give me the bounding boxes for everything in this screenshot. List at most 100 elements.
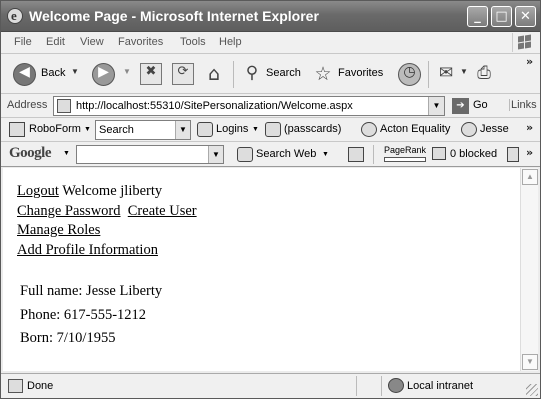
scroll-down-icon[interactable]: ▼	[522, 354, 538, 370]
google-dropdown-icon[interactable]: ▼	[63, 150, 70, 157]
menu-bar: File Edit View Favorites Tools Help	[1, 32, 540, 54]
manage-roles-link[interactable]: Manage Roles	[17, 222, 100, 238]
autofill-icon[interactable]	[507, 147, 519, 162]
login-status-line: Logout Welcome jliberty	[17, 182, 197, 202]
scroll-up-icon[interactable]: ▲	[522, 169, 538, 185]
print-icon[interactable]: ⎙	[473, 63, 495, 85]
menu-tools[interactable]: Tools	[180, 36, 206, 48]
title-bar: e Welcome Page - Microsoft Internet Expl…	[1, 1, 540, 32]
go-button-label[interactable]: Go	[473, 99, 488, 111]
status-bar: Done Local intranet	[1, 373, 540, 398]
forward-arrow-icon[interactable]: ▶	[92, 63, 115, 86]
toolbar-separator	[428, 61, 429, 88]
menu-view[interactable]: View	[80, 36, 104, 48]
close-button[interactable]: ✕	[515, 6, 536, 27]
menu-help[interactable]: Help	[219, 36, 242, 48]
popup-blocker-icon[interactable]	[432, 147, 446, 160]
popups-blocked-count[interactable]: 0 blocked	[450, 148, 497, 160]
intranet-zone-icon	[388, 378, 404, 393]
jesse-passcard-button[interactable]: Jesse	[480, 123, 509, 135]
roboform-dropdown-icon[interactable]: ▼	[84, 126, 91, 133]
jesse-passcard-icon[interactable]	[461, 122, 477, 137]
add-profile-information-link[interactable]: Add Profile Information	[17, 242, 158, 258]
born-text: Born: 7/10/1955	[20, 330, 116, 346]
standard-toolbar: ◀ Back ▼ ▶ ▼ ✖ ⟳ ⌂ ⚲ Search ☆ Favorites …	[1, 54, 540, 94]
address-url[interactable]: http://localhost:55310/SitePersonalizati…	[76, 100, 353, 112]
home-icon[interactable]: ⌂	[203, 63, 225, 85]
ie-window: e Welcome Page - Microsoft Internet Expl…	[0, 0, 541, 399]
add-profile-line: Add Profile Information	[17, 241, 197, 261]
maximize-icon: □	[495, 9, 508, 24]
forward-dropdown-icon[interactable]: ▼	[123, 67, 131, 76]
back-arrow-icon[interactable]: ◀	[13, 63, 36, 86]
manage-roles-line: Manage Roles	[17, 221, 197, 241]
status-pane-divider	[381, 376, 382, 396]
vertical-scrollbar[interactable]: ▲ ▼	[520, 168, 538, 371]
roboform-search-select[interactable]: Search ▼	[95, 120, 191, 140]
acton-equality-button[interactable]: Acton Equality	[380, 123, 450, 135]
search-web-button[interactable]: Search Web	[256, 148, 316, 160]
acton-equality-icon[interactable]	[361, 122, 377, 137]
create-user-link[interactable]: Create User	[128, 203, 197, 219]
window-title: Welcome Page - Microsoft Internet Explor…	[29, 8, 319, 24]
google-search-input[interactable]: ▼	[76, 145, 224, 164]
address-dropdown-icon[interactable]: ▼	[428, 97, 444, 115]
roboform-icon[interactable]	[9, 122, 25, 137]
google-search-dropdown-icon[interactable]: ▼	[208, 146, 223, 163]
google-search-web-icon[interactable]	[237, 147, 253, 162]
logins-menu[interactable]: Logins	[216, 123, 248, 135]
roboform-menu[interactable]: RoboForm	[29, 123, 81, 135]
full-name-text: Full name: Jesse Liberty	[20, 283, 163, 299]
roboform-more-chevron-icon[interactable]: »	[526, 121, 533, 134]
mail-dropdown-icon[interactable]: ▼	[460, 67, 468, 76]
search-icon[interactable]: ⚲	[241, 63, 263, 85]
go-arrow-icon[interactable]: ➔	[452, 98, 469, 114]
back-button-label[interactable]: Back	[41, 67, 65, 79]
passcards-icon[interactable]	[265, 122, 281, 137]
favorites-star-icon[interactable]: ☆	[312, 63, 334, 85]
pagerank-label: PageRank	[384, 145, 427, 155]
stop-icon[interactable]: ✖	[140, 63, 162, 85]
change-password-link[interactable]: Change Password	[17, 203, 121, 219]
phone-text: Phone: 617-555-1212	[20, 306, 147, 323]
minimize-icon: _	[474, 9, 481, 24]
history-icon[interactable]: ◷	[398, 63, 421, 86]
pagerank-bar[interactable]	[384, 157, 426, 162]
menu-edit[interactable]: Edit	[46, 36, 65, 48]
toolbar-separator	[373, 145, 374, 164]
ie-logo-icon: e	[7, 8, 23, 24]
favorites-button-label[interactable]: Favorites	[338, 67, 383, 79]
address-input[interactable]: http://localhost:55310/SitePersonalizati…	[53, 96, 445, 116]
google-toolbar: Google ▼ ▼ Search Web ▼ PageRank 0 block…	[1, 142, 540, 167]
page-done-icon	[8, 379, 23, 393]
search-button-label[interactable]: Search	[266, 67, 301, 79]
security-zone-text: Local intranet	[407, 380, 474, 392]
page-content: Logout Welcome jliberty Change Password …	[3, 168, 520, 371]
back-dropdown-icon[interactable]: ▼	[71, 67, 79, 76]
logins-dropdown-icon[interactable]: ▼	[252, 126, 259, 133]
passcards-button[interactable]: (passcards)	[284, 123, 341, 135]
logout-link[interactable]: Logout	[17, 183, 59, 199]
menu-file[interactable]: File	[14, 36, 32, 48]
address-bar: Address http://localhost:55310/SitePerso…	[1, 94, 540, 118]
windows-logo-icon	[512, 33, 534, 52]
search-web-dropdown-icon[interactable]: ▼	[322, 151, 329, 158]
resize-grip-icon[interactable]	[526, 384, 538, 396]
menu-favorites[interactable]: Favorites	[118, 36, 163, 48]
google-more-chevron-icon[interactable]: »	[526, 146, 533, 159]
mail-icon[interactable]: ✉	[435, 63, 457, 85]
google-logo[interactable]: Google	[9, 145, 52, 162]
toolbar-more-chevron-icon[interactable]: »	[526, 55, 533, 68]
minimize-button[interactable]: _	[467, 6, 488, 27]
refresh-icon[interactable]: ⟳	[172, 63, 194, 85]
roboform-search-value: Search	[99, 124, 134, 136]
welcome-text: Welcome jliberty	[58, 183, 163, 199]
close-icon: ✕	[520, 9, 531, 24]
roboform-search-dropdown-icon[interactable]: ▼	[175, 121, 190, 139]
maximize-button[interactable]: □	[491, 6, 512, 27]
page-icon	[57, 99, 71, 113]
news-icon[interactable]	[348, 147, 364, 162]
logins-icon[interactable]	[197, 122, 213, 137]
links-button[interactable]: Links	[509, 99, 537, 111]
profile-info: Full name: Jesse Liberty Phone: 617-555-…	[20, 280, 162, 351]
